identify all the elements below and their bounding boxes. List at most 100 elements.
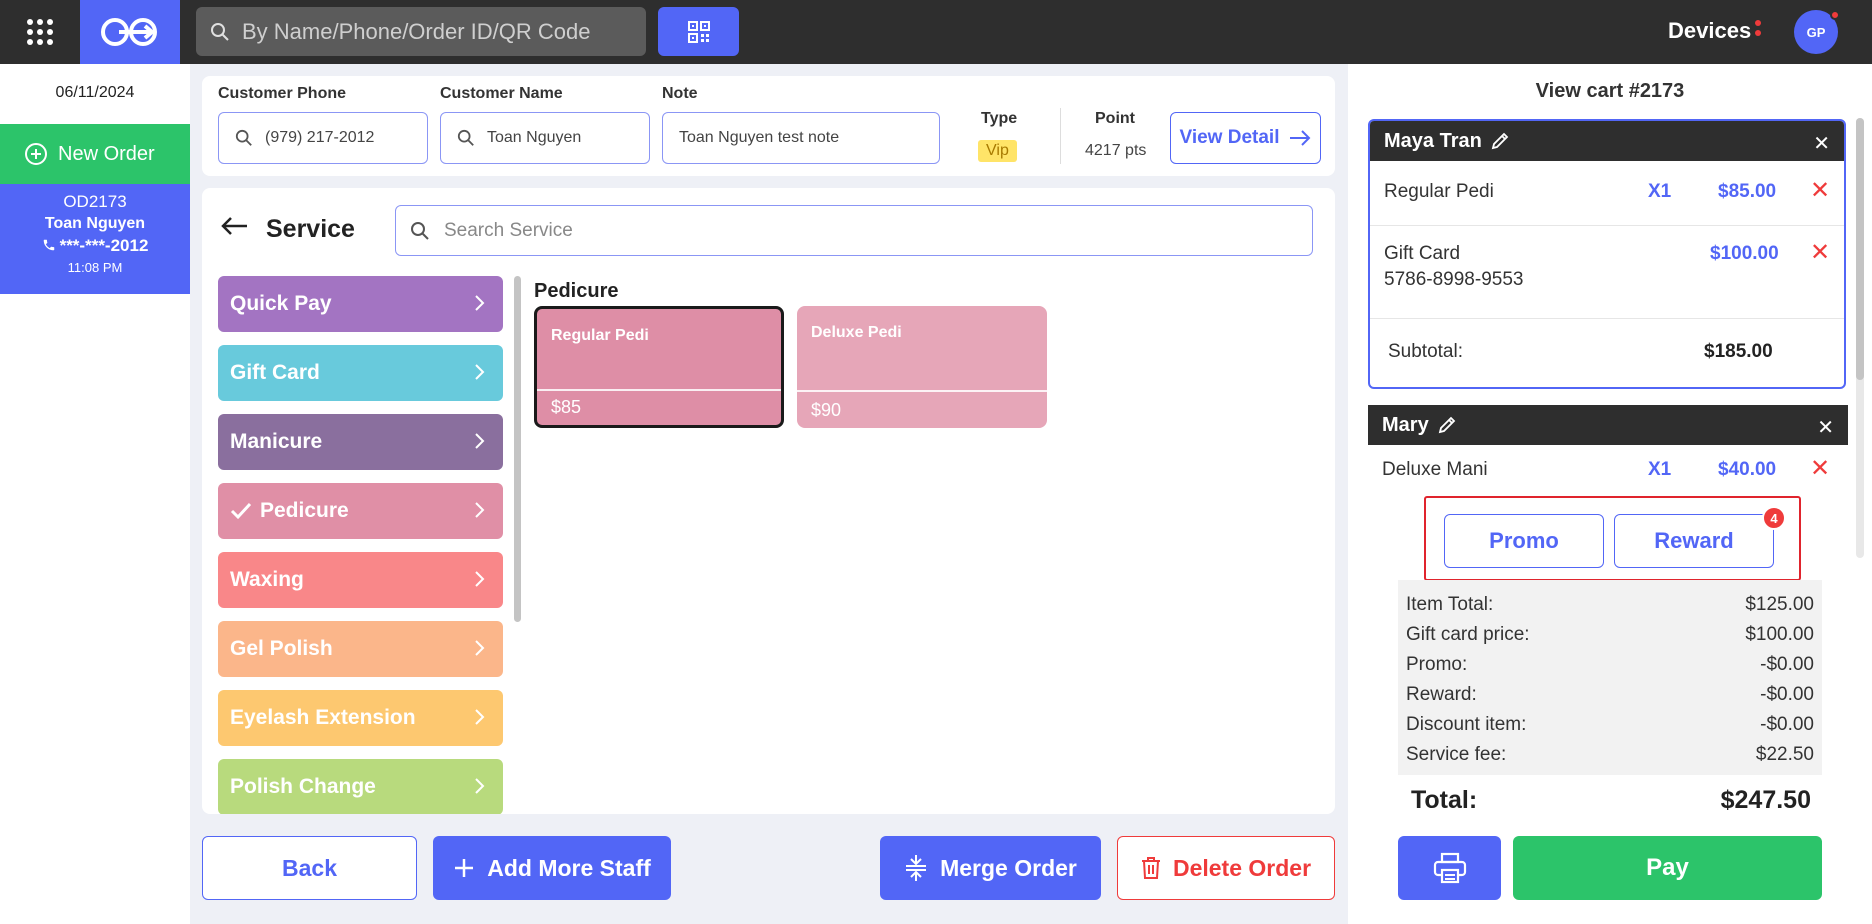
cart-item-qty[interactable]: X1 [1648, 459, 1671, 481]
view-detail-button[interactable]: View Detail [1170, 112, 1321, 164]
summary-row: Discount item: -$0.00 [1406, 714, 1814, 736]
total-value: $247.50 [1720, 786, 1811, 814]
add-more-staff-button[interactable]: Add More Staff [433, 836, 671, 900]
pencil-icon[interactable] [1437, 415, 1457, 435]
service-panel: Service Quick Pay Gift Card Manicure Pedicu… [202, 188, 1335, 814]
order-card[interactable]: OD2173 Toan Nguyen ***-***-2012 11:08 PM [0, 184, 190, 294]
summary-row: Item Total: $125.00 [1406, 594, 1814, 616]
pay-button[interactable]: Pay [1513, 836, 1822, 900]
print-button[interactable] [1398, 836, 1501, 900]
service-item-regular-pedi[interactable]: Regular Pedi $85 [534, 306, 784, 428]
category-label: Eyelash Extension [230, 706, 416, 729]
trash-icon [1141, 857, 1160, 879]
remove-item-icon[interactable]: ✕ [1810, 176, 1830, 205]
summary-value: $125.00 [1745, 594, 1814, 615]
remove-item-icon[interactable]: ✕ [1810, 454, 1830, 483]
note-field[interactable]: Toan Nguyen test note [662, 112, 940, 164]
staff-name: Maya Tran [1384, 129, 1482, 152]
apps-menu-button[interactable] [0, 0, 80, 64]
type-label: Type [981, 110, 1018, 127]
total-row: Total: $247.50 [1411, 786, 1811, 815]
brand-logo[interactable] [80, 0, 180, 64]
service-title: Service [266, 215, 355, 243]
cart-item-name: Regular Pedi [1384, 181, 1494, 202]
reward-count-badge: 4 [1762, 506, 1786, 530]
logo-icon [101, 18, 157, 46]
order-id: OD2173 [63, 192, 127, 211]
service-item-deluxe-pedi[interactable]: Deluxe Pedi $90 [797, 306, 1047, 428]
category-pedicure[interactable]: Pedicure [218, 483, 503, 539]
category-eyelash-extension[interactable]: Eyelash Extension [218, 690, 503, 746]
note-label: Note [662, 85, 698, 102]
customer-phone-field[interactable]: (979) 217-2012 [218, 112, 428, 164]
chevron-right-icon [473, 500, 485, 526]
current-date: 06/11/2024 [55, 84, 135, 101]
cart-item-qty[interactable]: X1 [1648, 181, 1671, 203]
delete-order-button[interactable]: Delete Order [1117, 836, 1335, 900]
global-search[interactable] [196, 7, 646, 56]
plus-circle-icon [25, 143, 47, 165]
summary-label: Service fee: [1406, 744, 1507, 765]
service-search-input[interactable] [444, 219, 1284, 242]
category-label: Polish Change [230, 775, 376, 798]
service-search[interactable] [395, 205, 1313, 256]
category-label: Gel Polish [230, 637, 333, 660]
qr-code-icon [687, 20, 710, 43]
category-quick-pay[interactable]: Quick Pay [218, 276, 503, 332]
arrow-left-icon[interactable] [220, 216, 248, 236]
service-item-divider [797, 390, 1047, 392]
chevron-right-icon [473, 362, 485, 388]
promo-button[interactable]: Promo [1444, 514, 1604, 568]
summary-row: Reward: -$0.00 [1406, 684, 1814, 706]
customer-name-field[interactable]: Toan Nguyen [440, 112, 650, 164]
subtotal-label: Subtotal: [1388, 341, 1463, 362]
cart-item-price: $40.00 [1718, 459, 1777, 480]
customer-name-label: Customer Name [440, 85, 563, 102]
order-phone-value: ***-***-2012 [59, 236, 149, 255]
summary-label: Promo: [1406, 654, 1468, 675]
service-group-title: Pedicure [534, 280, 619, 302]
merge-icon [906, 855, 927, 881]
close-icon[interactable]: ✕ [1813, 131, 1830, 156]
divider [1060, 108, 1061, 164]
cart-item-price: $85.00 [1718, 181, 1777, 202]
pencil-icon[interactable] [1490, 131, 1510, 151]
devices-label[interactable]: Devices [1668, 18, 1751, 44]
cart-scrollbar-thumb[interactable] [1856, 118, 1864, 380]
merge-order-button[interactable]: Merge Order [880, 836, 1101, 900]
apps-grid-icon [27, 19, 53, 45]
orders-sidebar: 06/11/2024 New Order OD2173 Toan Nguyen … [0, 64, 190, 924]
check-icon [230, 502, 252, 520]
remove-item-icon[interactable]: ✕ [1810, 238, 1830, 267]
category-waxing[interactable]: Waxing [218, 552, 503, 608]
new-order-label: New Order [58, 142, 155, 165]
promo-reward-box: Promo Reward 4 [1424, 496, 1801, 581]
global-search-input[interactable] [242, 18, 642, 45]
back-button[interactable]: Back [202, 836, 417, 900]
customer-name-value: Toan Nguyen [487, 129, 582, 146]
staff-header: Mary [1368, 405, 1848, 445]
new-order-button[interactable]: New Order [0, 124, 190, 184]
category-gift-card[interactable]: Gift Card [218, 345, 503, 401]
summary-value: -$0.00 [1760, 654, 1814, 675]
search-icon [411, 221, 429, 240]
reward-button[interactable]: Reward [1614, 514, 1774, 568]
summary-label: Gift card price: [1406, 624, 1530, 645]
category-scrollbar[interactable] [514, 276, 521, 622]
qr-scan-button[interactable] [658, 7, 739, 56]
close-icon[interactable]: ✕ [1817, 415, 1834, 440]
category-gel-polish[interactable]: Gel Polish [218, 621, 503, 677]
order-customer-name: Toan Nguyen [44, 215, 146, 232]
phone-icon [43, 239, 54, 251]
back-label: Back [282, 854, 337, 881]
cart-scrollbar[interactable] [1856, 118, 1864, 558]
category-polish-change[interactable]: Polish Change [218, 759, 503, 814]
plus-icon [455, 859, 474, 877]
order-time: 11:08 PM [67, 260, 123, 275]
customer-panel: Customer Phone (979) 217-2012 Customer N… [202, 76, 1335, 176]
category-manicure[interactable]: Manicure [218, 414, 503, 470]
devices-menu-icon[interactable] [1755, 20, 1761, 36]
add-more-staff-label: Add More Staff [487, 854, 651, 881]
top-bar: Devices GP [0, 0, 1872, 64]
category-label: Pedicure [260, 499, 349, 522]
